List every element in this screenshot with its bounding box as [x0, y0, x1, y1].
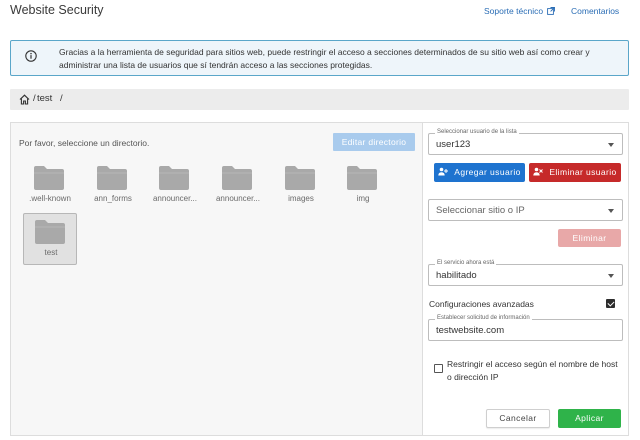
chevron-down-icon: [608, 274, 614, 278]
info-request-legend: Establecer solicitud de información: [435, 315, 532, 321]
top-bar: Website Security Soporte técnico Comenta…: [0, 0, 640, 26]
breadcrumb: / test /: [10, 89, 629, 110]
folder-icon: [159, 166, 189, 190]
folder-item[interactable]: announcer...: [211, 160, 265, 212]
user-select-legend: Seleccionar usuario de la lista: [435, 129, 519, 135]
folder-item[interactable]: img: [336, 160, 390, 212]
service-status-value: habilitado: [436, 270, 477, 281]
support-link[interactable]: Soporte técnico: [484, 6, 556, 16]
app-title: Website Security: [10, 3, 104, 17]
add-user-label: Agregar usuario: [454, 167, 521, 177]
advanced-settings-label: Configuraciones avanzadas: [429, 299, 534, 309]
folder-icon: [34, 166, 64, 190]
add-user-button[interactable]: Agregar usuario: [434, 163, 525, 182]
chevron-down-icon: [608, 143, 614, 147]
settings-panel: Seleccionar usuario de la lista user123 …: [422, 123, 628, 435]
site-ip-select[interactable]: Seleccionar sitio o IP: [428, 199, 623, 221]
folder-icon: [347, 166, 377, 190]
breadcrumb-separator: /: [60, 93, 63, 104]
info-request-field[interactable]: Establecer solicitud de información test…: [428, 315, 623, 341]
folder-item[interactable]: announcer...: [148, 160, 202, 212]
folder-label: images: [288, 194, 314, 203]
remove-user-icon: [533, 167, 544, 176]
folder-label: img: [356, 194, 370, 203]
main-panel: Por favor, seleccione un directorio. Edi…: [10, 122, 629, 436]
external-link-icon: [547, 7, 556, 15]
support-link-label: Soporte técnico: [484, 6, 544, 16]
delete-button[interactable]: Eliminar: [558, 229, 621, 247]
info-request-value: testwebsite.com: [436, 325, 505, 336]
folder-icon: [35, 220, 65, 244]
info-text: Gracias a la herramienta de seguridad pa…: [59, 47, 590, 70]
folder-icon: [222, 166, 252, 190]
breadcrumb-separator: /: [33, 93, 36, 104]
remove-user-button[interactable]: Eliminar usuario: [529, 163, 621, 182]
user-select[interactable]: Seleccionar usuario de la lista user123: [428, 129, 623, 155]
restrict-access-label: Restringir el acceso según el nombre de …: [447, 359, 618, 382]
folder-label: announcer...: [215, 194, 261, 203]
directory-browser: Por favor, seleccione un directorio. Edi…: [11, 123, 422, 435]
home-icon[interactable]: [19, 94, 30, 105]
info-banner: Gracias a la herramienta de seguridad pa…: [10, 40, 629, 76]
edit-directory-button[interactable]: Editar directorio: [333, 133, 415, 151]
folder-icon: [97, 166, 127, 190]
chevron-down-icon: [608, 209, 614, 213]
folder-item-selected[interactable]: test: [23, 213, 77, 265]
folder-item[interactable]: images: [274, 160, 328, 212]
service-status-legend: El servicio ahora está: [435, 260, 497, 266]
comments-link[interactable]: Comentarios: [571, 6, 619, 16]
folder-label: ann_forms: [94, 194, 132, 203]
folder-item[interactable]: .well-known: [23, 160, 77, 212]
folder-label: .well-known: [29, 194, 71, 203]
apply-button[interactable]: Aplicar: [558, 409, 621, 428]
folder-label: test: [44, 248, 58, 257]
folder-icon: [285, 166, 315, 190]
add-user-icon: [438, 167, 449, 176]
directory-prompt: Por favor, seleccione un directorio.: [19, 138, 150, 148]
service-status-select[interactable]: El servicio ahora está habilitado: [428, 260, 623, 286]
info-circle-icon: [25, 50, 37, 62]
user-select-value: user123: [436, 139, 471, 150]
cancel-button[interactable]: Cancelar: [486, 409, 550, 428]
folder-label: announcer...: [152, 194, 198, 203]
advanced-settings-checkbox[interactable]: [606, 299, 615, 308]
remove-user-label: Eliminar usuario: [549, 167, 617, 177]
folder-item[interactable]: ann_forms: [86, 160, 140, 212]
restrict-access-checkbox[interactable]: [434, 364, 443, 373]
site-ip-placeholder: Seleccionar sitio o IP: [436, 205, 525, 216]
breadcrumb-item-test[interactable]: test: [37, 93, 52, 104]
